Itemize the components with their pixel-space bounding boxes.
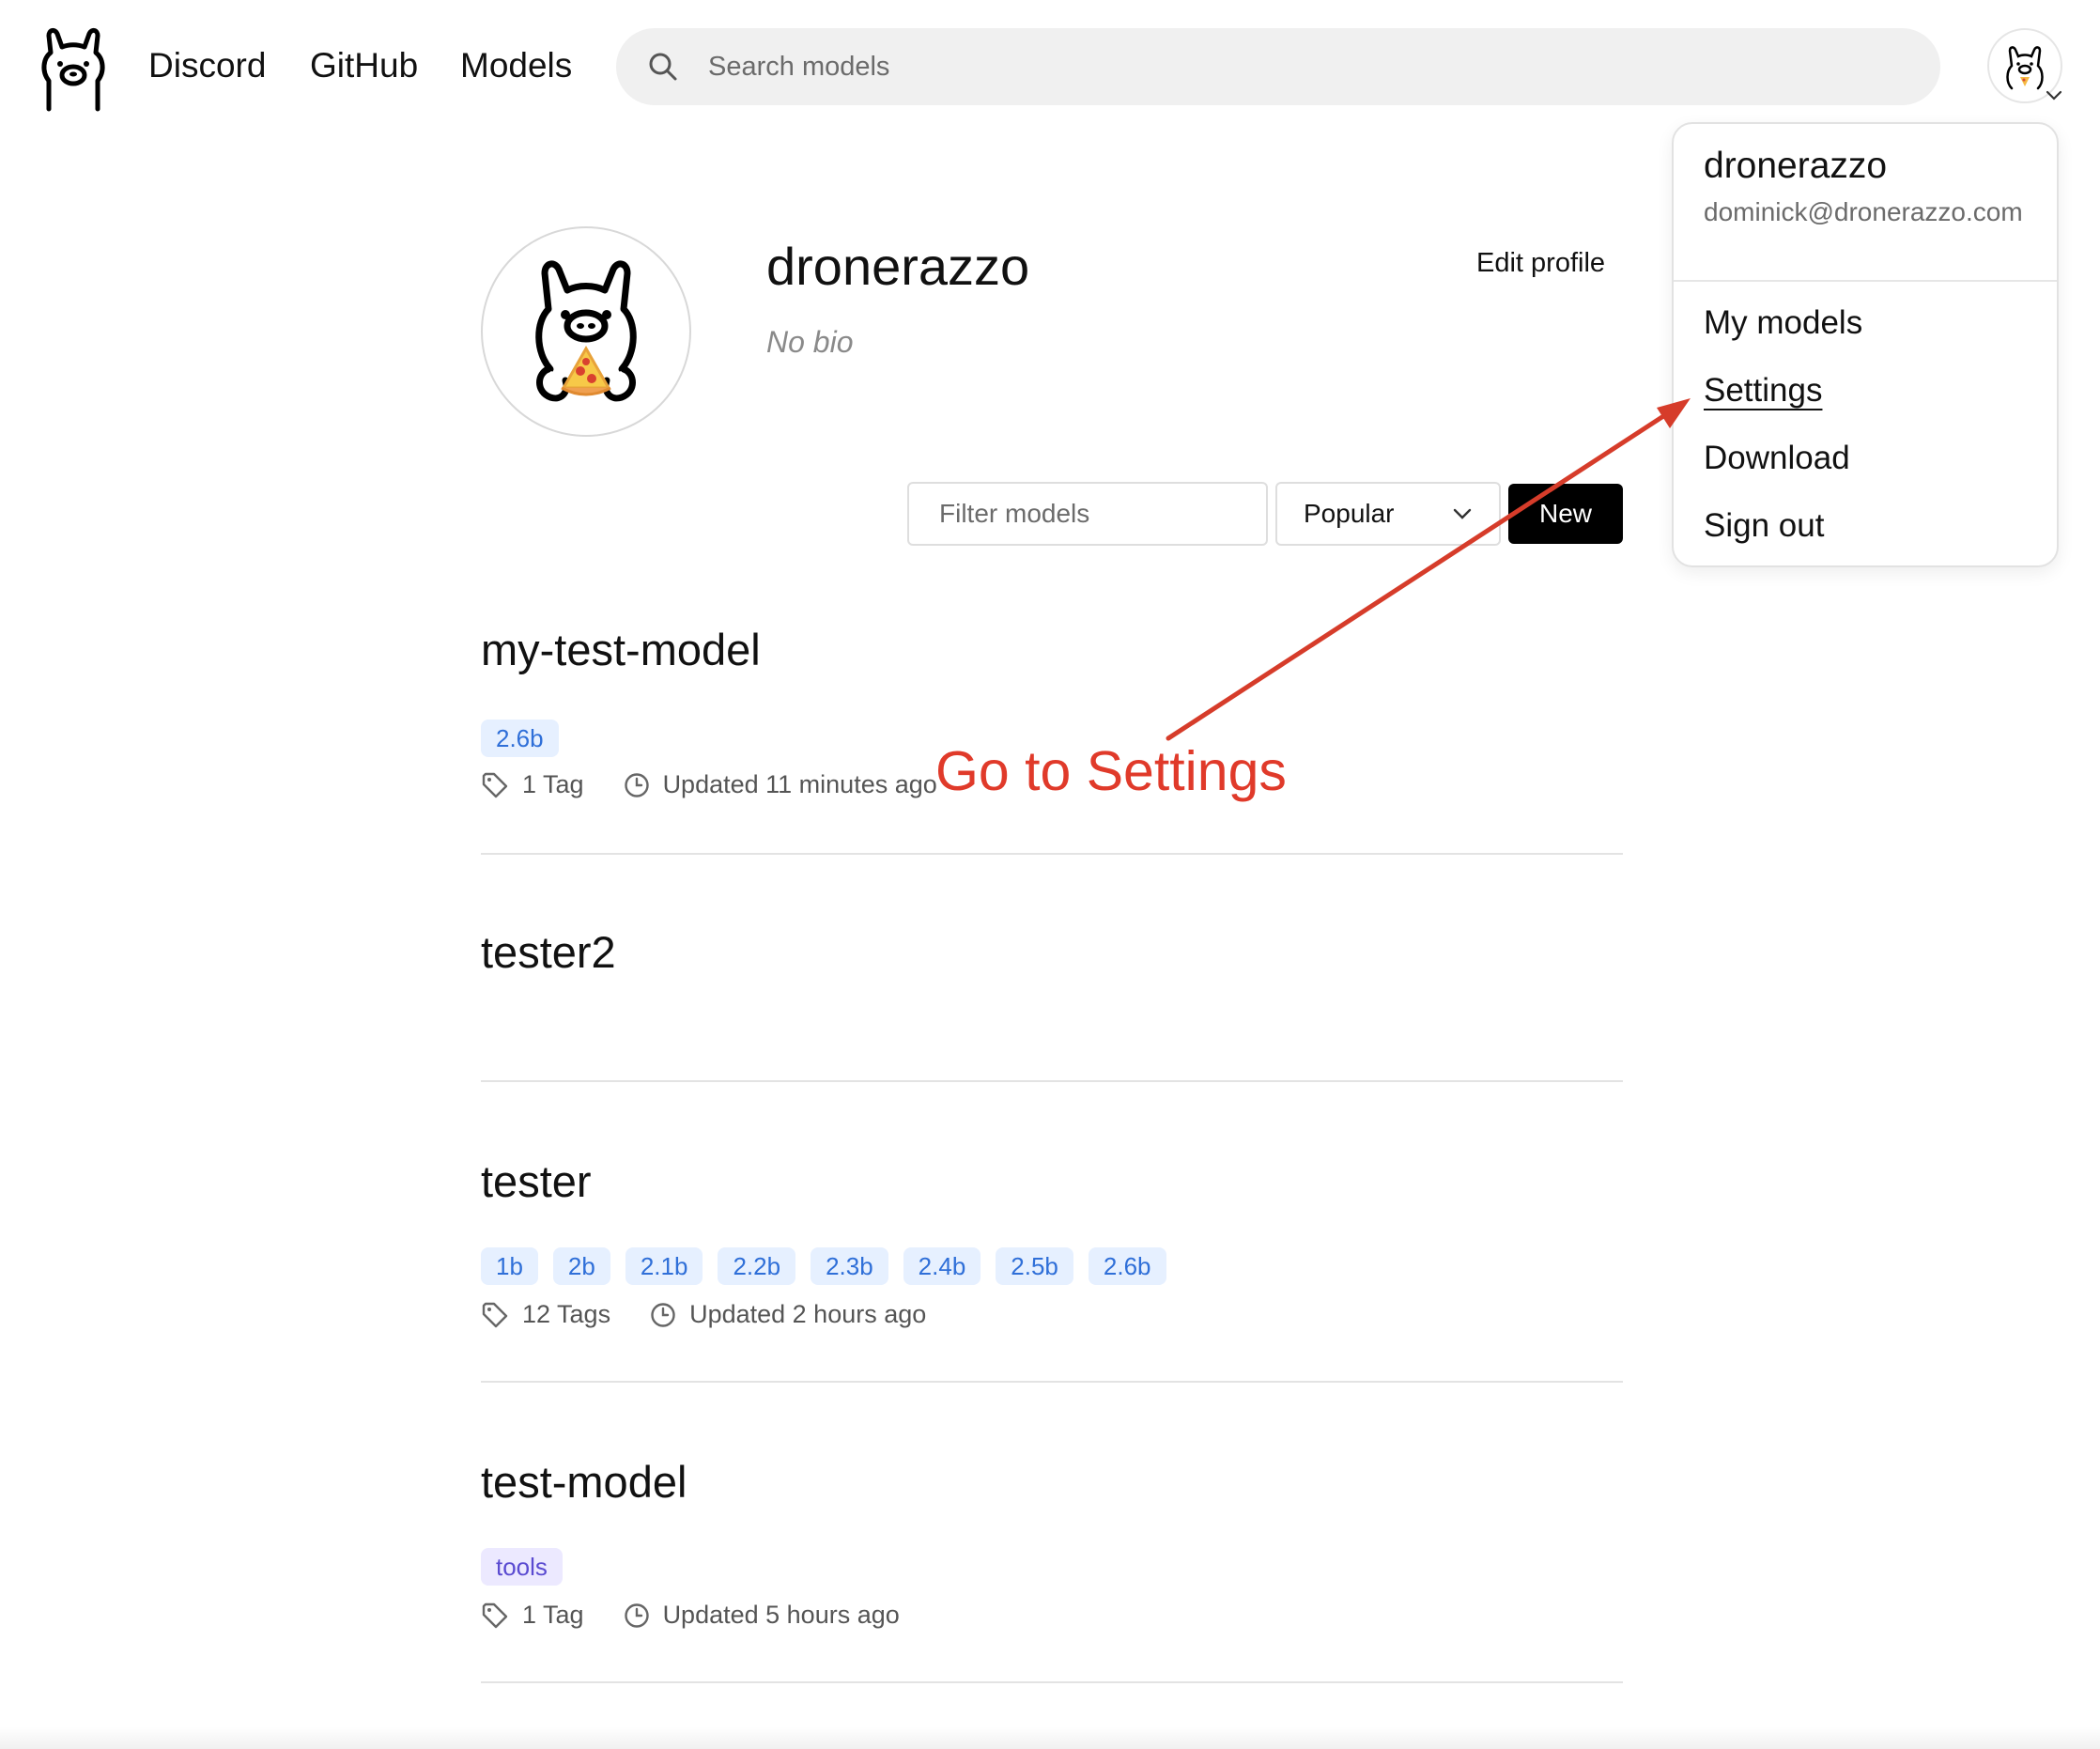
clock-icon <box>624 772 649 797</box>
menu-username: dronerazzo <box>1704 146 1888 186</box>
model-item[interactable]: my-test-model 2.6b 1 Tag Updated 11 minu… <box>481 601 1623 855</box>
menu-email: dominick@dronerazzo.com <box>1704 197 2023 226</box>
profile-username: dronerazzo <box>766 237 1030 296</box>
model-tag[interactable]: 2.1b <box>625 1247 703 1285</box>
filter-models-input[interactable] <box>907 482 1268 546</box>
model-tag[interactable]: 2.6b <box>481 720 559 757</box>
llama-pizza-avatar-icon <box>535 260 637 402</box>
tag-count: 12 Tags <box>522 1300 611 1328</box>
model-tag[interactable]: tools <box>481 1548 563 1586</box>
new-model-button[interactable]: New <box>1508 484 1623 544</box>
model-name[interactable]: tester2 <box>481 926 616 979</box>
model-tag[interactable]: 2.5b <box>996 1247 1073 1285</box>
nav-link-models[interactable]: Models <box>460 45 572 86</box>
nav-link-github[interactable]: GitHub <box>310 45 418 86</box>
model-name[interactable]: test-model <box>481 1456 687 1509</box>
updated-time: Updated 11 minutes ago <box>662 770 937 798</box>
updated-time: Updated 2 hours ago <box>689 1300 927 1328</box>
search-bar[interactable] <box>616 28 1940 105</box>
edit-profile-link[interactable]: Edit profile <box>1476 248 1605 279</box>
model-tags: 2.6b <box>481 720 559 757</box>
model-name[interactable]: my-test-model <box>481 624 761 676</box>
menu-item-sign-out[interactable]: Sign out <box>1704 505 1824 547</box>
annotation-label: Go to Settings <box>935 740 1287 802</box>
tag-icon <box>482 772 508 797</box>
sort-select-value: Popular <box>1304 499 1395 528</box>
user-dropdown-menu: dronerazzo dominick@dronerazzo.com My mo… <box>1672 122 2059 567</box>
profile-avatar <box>481 226 691 437</box>
model-item[interactable]: test-model tools 1 Tag Updated 5 hours a… <box>481 1381 1623 1683</box>
bottom-shadow <box>0 1726 2100 1749</box>
nav-link-discord[interactable]: Discord <box>148 45 266 86</box>
model-tags: tools <box>481 1548 563 1586</box>
model-name[interactable]: tester <box>481 1155 592 1208</box>
model-tags: 1b 2b 2.1b 2.2b 2.3b 2.4b 2.5b 2.6b <box>481 1247 1166 1285</box>
menu-item-my-models[interactable]: My models <box>1704 302 1862 344</box>
search-input[interactable] <box>706 50 1837 84</box>
menu-item-download[interactable]: Download <box>1704 438 1850 479</box>
updated-time: Updated 5 hours ago <box>662 1601 900 1629</box>
menu-item-settings[interactable]: Settings <box>1704 370 1822 411</box>
tag-count: 1 Tag <box>522 770 584 798</box>
model-meta: 1 Tag Updated 11 minutes ago <box>481 770 937 799</box>
model-item[interactable]: tester 1b 2b 2.1b 2.2b 2.3b 2.4b 2.5b 2.… <box>481 1080 1623 1383</box>
model-meta: 1 Tag Updated 5 hours ago <box>481 1601 900 1630</box>
chevron-down-icon <box>1453 508 1472 519</box>
tag-icon <box>482 1602 508 1628</box>
tag-icon <box>482 1302 508 1327</box>
menu-divider <box>1674 280 2057 282</box>
model-meta: 12 Tags Updated 2 hours ago <box>481 1300 926 1329</box>
sort-select[interactable]: Popular <box>1275 482 1501 546</box>
model-item[interactable]: tester2 <box>481 853 1623 1082</box>
llama-logo-icon[interactable] <box>38 26 109 113</box>
model-tag[interactable]: 2.6b <box>1088 1247 1166 1285</box>
chevron-down-icon[interactable] <box>2046 90 2062 101</box>
model-tag[interactable]: 2.3b <box>811 1247 888 1285</box>
model-tag[interactable]: 1b <box>481 1247 538 1285</box>
clock-icon <box>651 1302 675 1327</box>
search-icon <box>649 53 677 81</box>
model-tag[interactable]: 2.4b <box>903 1247 981 1285</box>
clock-icon <box>624 1602 649 1628</box>
model-tag[interactable]: 2b <box>552 1247 610 1285</box>
tag-count: 1 Tag <box>522 1601 584 1629</box>
model-tag[interactable]: 2.2b <box>718 1247 796 1285</box>
profile-bio: No bio <box>766 325 854 359</box>
